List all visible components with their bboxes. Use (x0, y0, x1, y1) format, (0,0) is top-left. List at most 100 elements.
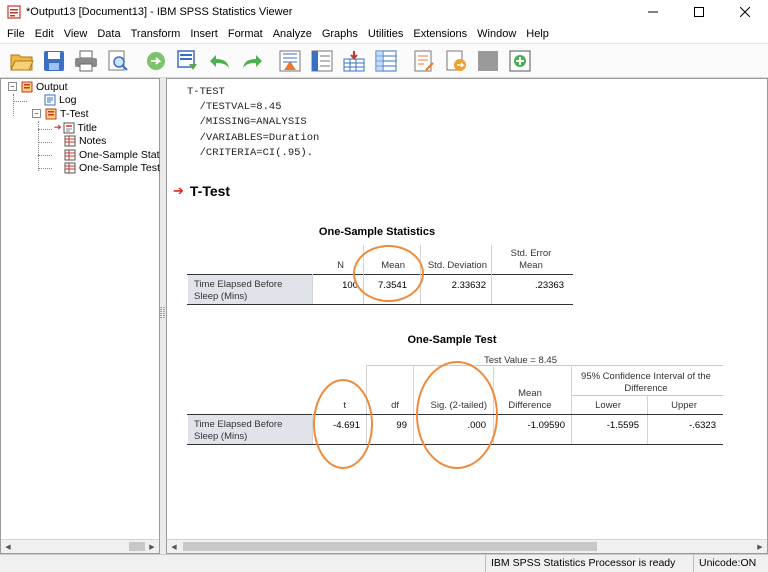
export-icon (147, 51, 165, 70)
section-heading[interactable]: ➔ T-Test (173, 183, 230, 199)
row-label-line: Sleep (Mins) (194, 291, 248, 302)
tree-item-ttest[interactable]: − T-Test (32, 107, 89, 120)
header-line: Difference (508, 400, 552, 411)
pivot-table-icon (64, 162, 76, 173)
open-icon (10, 54, 34, 70)
maximize-button[interactable] (676, 0, 722, 24)
selected-arrow-icon: ➔ (54, 122, 62, 132)
promote-button[interactable] (506, 47, 534, 75)
menu-window[interactable]: Window (474, 28, 523, 40)
outline-pane: − Output Log − T-Test ➔ Title Notes One-… (0, 78, 162, 554)
variables-button[interactable] (372, 47, 400, 75)
promote-icon (509, 50, 531, 71)
syntax-line: /VARIABLES=Duration (187, 131, 320, 144)
tree-item-label: Notes (79, 134, 107, 147)
menu-data[interactable]: Data (94, 28, 127, 40)
menu-transform[interactable]: Transform (128, 28, 188, 40)
menu-view[interactable]: View (61, 28, 95, 40)
export-button[interactable] (142, 47, 170, 75)
show-all-button[interactable] (474, 47, 502, 75)
tree-item-one-sample-test[interactable]: One-Sample Test (64, 161, 160, 174)
maximize-icon (694, 7, 704, 17)
tree-item-notes[interactable]: Notes (64, 134, 106, 147)
menu-edit[interactable]: Edit (32, 28, 61, 40)
scroll-thumb[interactable] (129, 542, 145, 551)
tree-item-title[interactable]: ➔ Title (54, 121, 97, 134)
syntax-line: /MISSING=ANALYSIS (187, 116, 307, 129)
title-bar: *Output13 [Document13] - IBM SPSS Statis… (0, 0, 768, 24)
col-header-df: df (391, 400, 399, 411)
syntax-line: T-TEST (187, 86, 225, 98)
goto-data-button[interactable] (276, 47, 304, 75)
print-preview-button[interactable] (104, 47, 132, 75)
syntax-line: /TESTVAL=8.45 (187, 101, 282, 114)
save-button[interactable] (40, 47, 68, 75)
scroll-right-icon[interactable]: ▶ (753, 540, 767, 553)
tree-item-log[interactable]: Log (44, 93, 77, 106)
tree-item-label: Output (36, 80, 68, 93)
scroll-left-icon[interactable]: ◀ (167, 540, 181, 553)
col-header-mean-diff: Mean Difference (497, 388, 563, 412)
status-unicode: Unicode:ON (693, 555, 768, 572)
tree-item-label: One-Sample Stati (79, 148, 162, 161)
status-processor: IBM SPSS Statistics Processor is ready (485, 555, 693, 572)
outline-horizontal-scrollbar[interactable]: ◀ ▶ (1, 539, 159, 553)
syntax-line: /CRITERIA=CI(.95). (187, 146, 314, 159)
status-bar: IBM SPSS Statistics Processor is ready U… (0, 554, 768, 572)
menu-graphs[interactable]: Graphs (319, 28, 365, 40)
title-icon (63, 122, 75, 133)
minimize-button[interactable] (630, 0, 676, 24)
designate-window-button[interactable] (410, 47, 438, 75)
collapse-icon[interactable]: − (32, 109, 41, 118)
menu-extensions[interactable]: Extensions (410, 28, 474, 40)
menu-utilities[interactable]: Utilities (365, 28, 410, 40)
scroll-left-icon[interactable]: ◀ (1, 540, 15, 553)
header-line: Mean (518, 388, 542, 399)
recall-dialog-button[interactable] (174, 47, 202, 75)
goto-data-icon (279, 50, 301, 71)
designate-window-icon (414, 50, 434, 71)
menu-insert[interactable]: Insert (187, 28, 225, 40)
col-header-n: N (337, 260, 344, 271)
col-header-std-err: Std. Error Mean (499, 248, 563, 272)
menu-analyze[interactable]: Analyze (270, 28, 319, 40)
collapse-icon[interactable]: − (8, 82, 17, 91)
redo-button[interactable] (238, 47, 266, 75)
open-button[interactable] (8, 47, 36, 75)
output-content-pane: T-TEST /TESTVAL=8.45 /MISSING=ANALYSIS /… (166, 78, 768, 554)
pivot-table-icon (64, 149, 76, 160)
table-title: One-Sample Statistics (318, 226, 436, 238)
scroll-thumb[interactable] (183, 542, 597, 551)
spss-app-icon (7, 5, 21, 19)
goto-case-button[interactable] (308, 47, 336, 75)
close-icon (740, 7, 750, 17)
tree-item-output[interactable]: − Output (8, 80, 68, 93)
menu-format[interactable]: Format (225, 28, 270, 40)
col-header-lower: Lower (595, 400, 621, 411)
row-label: Time Elapsed Before Sleep (Mins) (188, 415, 312, 444)
show-all-icon (478, 50, 498, 71)
minimize-icon (648, 11, 658, 13)
tree-item-one-sample-stats[interactable]: One-Sample Stati (64, 148, 162, 161)
save-icon (44, 50, 64, 71)
print-preview-icon (108, 50, 128, 71)
cell-lower: -1.5595 (606, 420, 639, 431)
row-label-line: Sleep (Mins) (194, 431, 248, 442)
select-last-output-button[interactable] (442, 47, 470, 75)
header-line: Std. Error (510, 248, 552, 259)
recall-dialog-icon (177, 49, 197, 70)
variables-icon (375, 50, 397, 71)
content-horizontal-scrollbar[interactable]: ◀ ▶ (167, 539, 767, 553)
insert-variable-button[interactable] (340, 47, 368, 75)
undo-button[interactable] (206, 47, 234, 75)
col-header-upper: Upper (671, 400, 697, 411)
print-button[interactable] (72, 47, 100, 75)
log-icon (44, 94, 56, 105)
close-button[interactable] (722, 0, 768, 24)
insert-variable-icon (343, 50, 365, 71)
scroll-right-icon[interactable]: ▶ (145, 540, 159, 553)
highlight-ellipse-mean (353, 245, 424, 302)
menu-help[interactable]: Help (523, 28, 556, 40)
cell-std-dev: 2.33632 (451, 280, 486, 291)
menu-file[interactable]: File (4, 28, 32, 40)
